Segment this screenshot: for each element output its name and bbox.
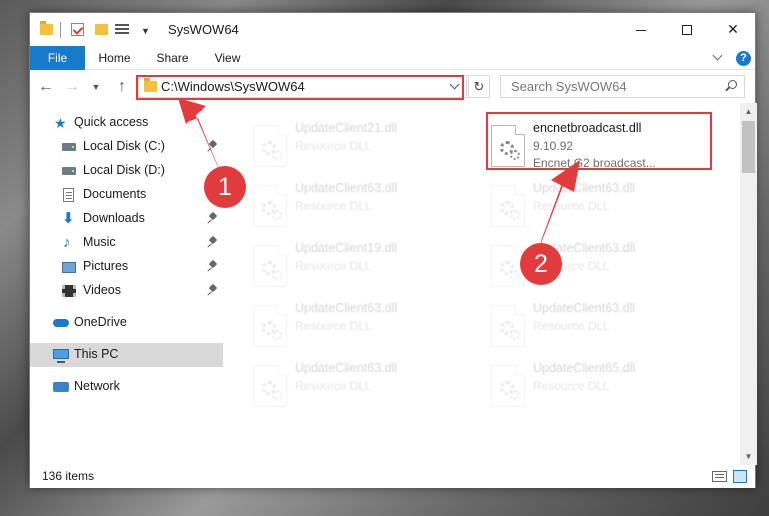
arrow-1 (178, 98, 222, 176)
arrow-2 (540, 160, 580, 246)
step-badge-1: 1 (204, 166, 246, 208)
annotation-arrows (178, 98, 580, 246)
step-badge-2: 2 (520, 243, 562, 285)
